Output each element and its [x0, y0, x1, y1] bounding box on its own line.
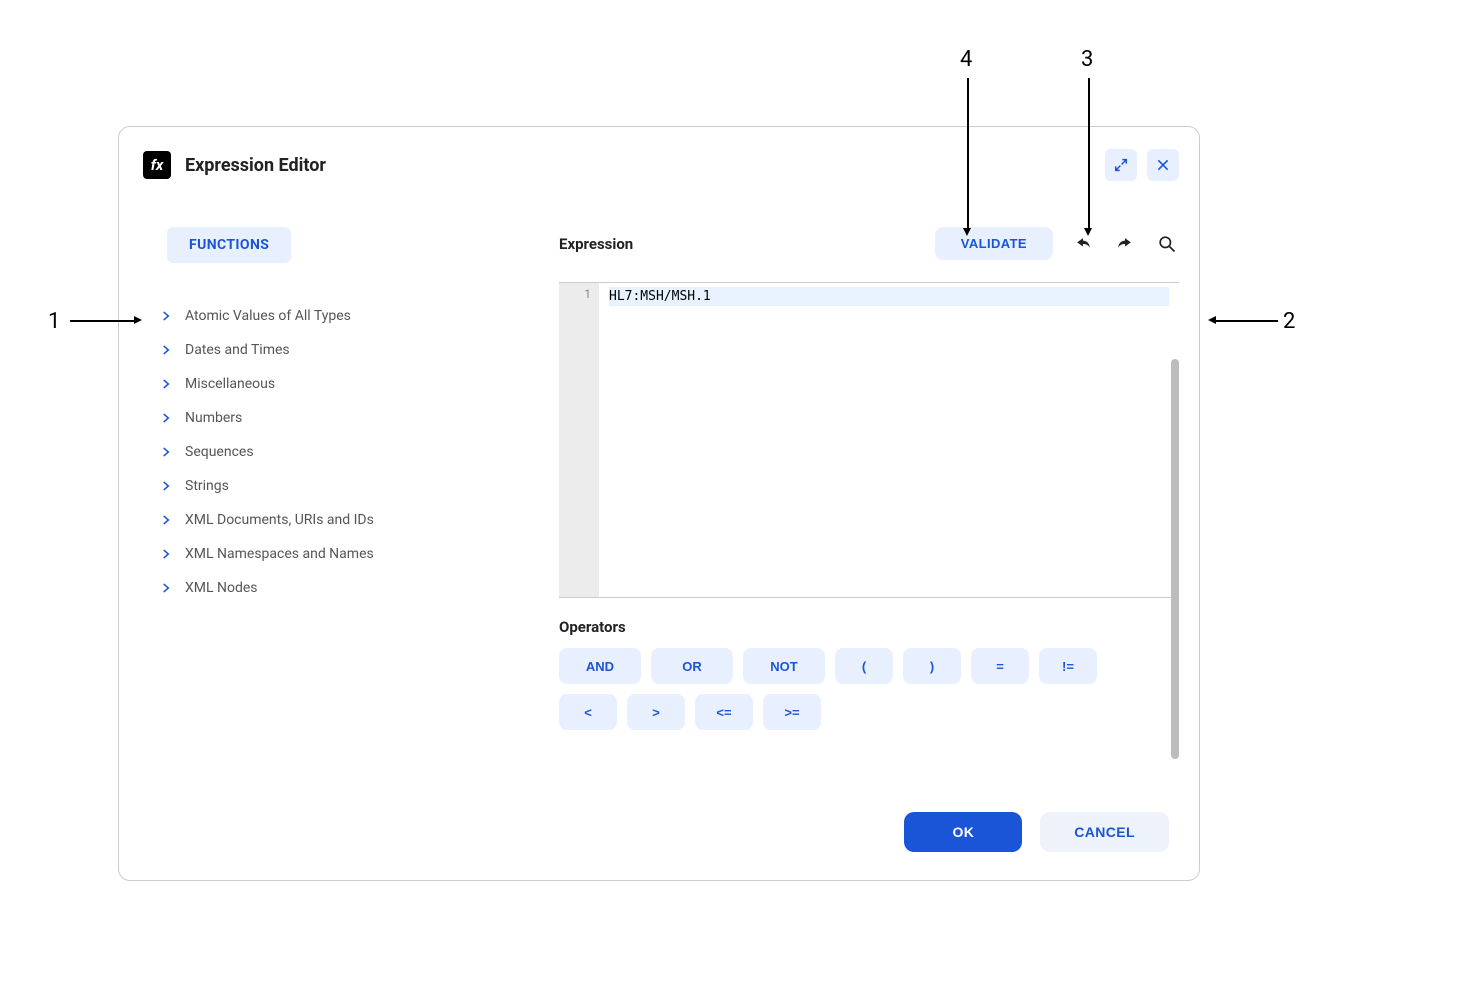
function-category-label: Miscellaneous: [185, 376, 275, 392]
annotation-3-arrow: [1084, 228, 1092, 236]
close-icon: [1155, 157, 1171, 173]
annotation-3: 3: [1081, 47, 1093, 72]
function-category-item[interactable]: Miscellaneous: [155, 367, 529, 401]
validate-button[interactable]: VALIDATE: [935, 227, 1053, 260]
operator-button[interactable]: ): [903, 648, 961, 684]
annotation-2-line: [1216, 320, 1278, 322]
line-number: 1: [559, 287, 591, 301]
code-line: HL7:MSH/MSH.1: [609, 287, 1169, 306]
search-button[interactable]: [1155, 232, 1179, 256]
dialog-footer: OK CANCEL: [119, 812, 1199, 880]
operators-grid: AND OR NOT () = != < > <= >=: [559, 648, 1119, 730]
function-category-label: XML Namespaces and Names: [185, 546, 374, 562]
redo-button[interactable]: [1113, 232, 1137, 256]
annotation-2-arrow: [1208, 316, 1216, 324]
function-category-label: Numbers: [185, 410, 242, 426]
operator-button[interactable]: >=: [763, 694, 821, 730]
function-category-label: Dates and Times: [185, 342, 290, 358]
chevron-right-icon: [159, 581, 173, 595]
expression-editor-dialog: fx Expression Editor FUNCTIONS Atomic Va…: [118, 126, 1200, 881]
function-category-item[interactable]: Dates and Times: [155, 333, 529, 367]
expression-editor[interactable]: 1 HL7:MSH/MSH.1: [559, 282, 1179, 598]
annotation-1-arrow: [134, 316, 142, 324]
search-icon: [1157, 234, 1177, 254]
function-category-label: Sequences: [185, 444, 254, 460]
operator-button[interactable]: NOT: [743, 648, 825, 684]
operator-button[interactable]: (: [835, 648, 893, 684]
function-category-label: Strings: [185, 478, 229, 494]
operator-button[interactable]: AND: [559, 648, 641, 684]
function-category-item[interactable]: XML Namespaces and Names: [155, 537, 529, 571]
annotation-4-arrow: [963, 228, 971, 236]
redo-icon: [1115, 234, 1135, 254]
operator-button[interactable]: <=: [695, 694, 753, 730]
tab-functions[interactable]: FUNCTIONS: [167, 227, 291, 263]
chevron-right-icon: [159, 513, 173, 527]
expression-panel: Expression VALIDATE: [559, 197, 1179, 792]
chevron-right-icon: [159, 479, 173, 493]
function-category-label: XML Nodes: [185, 580, 258, 596]
annotation-2: 2: [1283, 309, 1295, 334]
undo-icon: [1073, 234, 1093, 254]
dialog-header: fx Expression Editor: [119, 127, 1199, 197]
function-category-item[interactable]: Sequences: [155, 435, 529, 469]
annotation-3-line: [1088, 78, 1090, 228]
operator-button[interactable]: =: [971, 648, 1029, 684]
operators-label: Operators: [559, 618, 1179, 636]
function-category-label: Atomic Values of All Types: [185, 308, 351, 324]
operator-button[interactable]: <: [559, 694, 617, 730]
cancel-button[interactable]: CANCEL: [1040, 812, 1169, 852]
expand-icon: [1113, 157, 1129, 173]
function-category-item[interactable]: Atomic Values of All Types: [155, 299, 529, 333]
ok-button[interactable]: OK: [904, 812, 1022, 852]
chevron-right-icon: [159, 445, 173, 459]
code-area[interactable]: HL7:MSH/MSH.1: [599, 283, 1179, 597]
chevron-right-icon: [159, 547, 173, 561]
expand-button[interactable]: [1105, 149, 1137, 181]
fx-icon: fx: [143, 151, 171, 179]
function-category-list: Atomic Values of All Types Dates and Time…: [149, 299, 529, 605]
expression-label: Expression: [559, 235, 935, 253]
line-gutter: 1: [559, 283, 599, 597]
operator-button[interactable]: >: [627, 694, 685, 730]
function-category-item[interactable]: Numbers: [155, 401, 529, 435]
functions-panel: FUNCTIONS Atomic Values of All Types Date…: [149, 197, 529, 792]
operator-button[interactable]: OR: [651, 648, 733, 684]
function-category-item[interactable]: XML Nodes: [155, 571, 529, 605]
function-category-label: XML Documents, URIs and IDs: [185, 512, 374, 528]
chevron-right-icon: [159, 377, 173, 391]
annotation-1: 1: [48, 309, 60, 334]
function-category-item[interactable]: XML Documents, URIs and IDs: [155, 503, 529, 537]
annotation-4: 4: [960, 47, 972, 72]
function-category-item[interactable]: Strings: [155, 469, 529, 503]
annotation-1-line: [70, 320, 134, 322]
close-button[interactable]: [1147, 149, 1179, 181]
chevron-right-icon: [159, 343, 173, 357]
operator-button[interactable]: !=: [1039, 648, 1097, 684]
dialog-title: Expression Editor: [185, 155, 1095, 176]
chevron-right-icon: [159, 411, 173, 425]
annotation-4-line: [967, 78, 969, 228]
dialog-body: FUNCTIONS Atomic Values of All Types Date…: [119, 197, 1199, 812]
scrollbar[interactable]: [1171, 359, 1179, 759]
chevron-right-icon: [159, 309, 173, 323]
